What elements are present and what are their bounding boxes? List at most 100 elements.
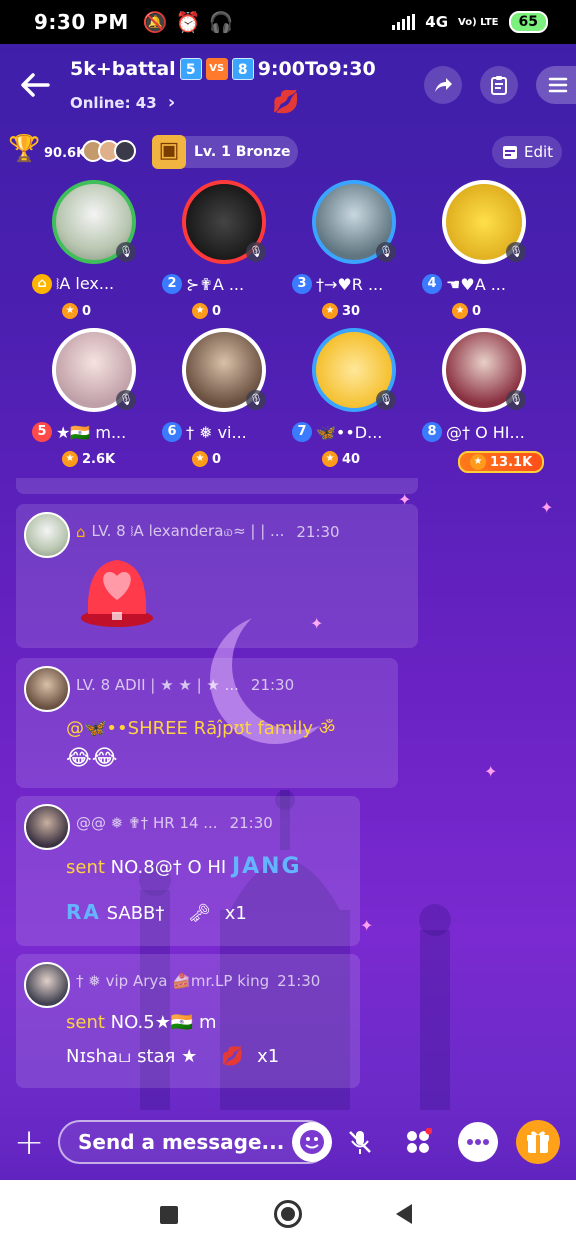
- coin-icon: ★: [62, 303, 78, 319]
- coin-icon: ★: [192, 303, 208, 319]
- edit-button[interactable]: Edit: [492, 136, 562, 168]
- notice-button[interactable]: [480, 66, 518, 104]
- chat-message[interactable]: LV. 8 ADII | ★ ★ | ★ ... 21:30 @🦋••SHREE…: [16, 658, 398, 788]
- system-nav-bar: [0, 1180, 576, 1248]
- status-time: 9:30 PM: [34, 10, 129, 34]
- mic-off-icon: 🎙: [246, 242, 266, 262]
- more-button[interactable]: [458, 1122, 498, 1162]
- more-dots-icon: [467, 1139, 489, 1145]
- room-level-badge[interactable]: ▣ Lv. 1 Bronze: [152, 135, 298, 169]
- room-title: 5k+battal 5 VS 8 9:00To9:30: [70, 58, 376, 80]
- seat-4[interactable]: 🎙 4 ☚♥A ... ★ 0: [422, 180, 542, 325]
- emoji-button[interactable]: [292, 1122, 332, 1162]
- seat-7[interactable]: 🎙 7 🦋••D... ★ 40: [292, 328, 412, 473]
- chevron-right-icon: ›: [167, 92, 176, 113]
- gift-icon: [527, 1131, 549, 1153]
- sparkle-icon: ✦: [540, 498, 554, 517]
- message-emoji: 😂😂: [66, 746, 118, 771]
- mic-off-icon: 🎙: [246, 390, 266, 410]
- seat-8[interactable]: 🎙 8 @† O HI... ★ 13.1K: [422, 328, 545, 473]
- mic-off-icon: 🎙: [506, 242, 526, 262]
- seat-5[interactable]: 🎙 5 ★🇮🇳 m... ★ 2.6K: [32, 328, 152, 473]
- seat-number: ⌂: [32, 274, 52, 294]
- mute-icon: 🔕: [142, 10, 168, 34]
- share-button[interactable]: [424, 66, 462, 104]
- online-count[interactable]: Online: 43 ›: [70, 92, 175, 113]
- vs-badge: VS: [205, 58, 228, 80]
- coin-icon: ★: [322, 451, 338, 467]
- hamburger-icon: [548, 77, 568, 93]
- alarm-icon: ⏰: [175, 10, 201, 34]
- back-arrow-icon[interactable]: [18, 68, 52, 102]
- network-label: 4G: [425, 13, 449, 31]
- status-bar: 9:30 PM 🔕 ⏰ 🎧 4G Vo) LTE 65: [0, 0, 576, 44]
- clipboard-icon: [491, 76, 507, 95]
- treasure-chest-icon: ▣: [152, 135, 186, 169]
- battery-icon: 65: [508, 11, 548, 33]
- time-range: 9:00To9:30: [257, 58, 376, 80]
- mic-off-icon: 🎙: [376, 390, 396, 410]
- plus-button[interactable]: +: [14, 1122, 44, 1163]
- heart-siren-gift-icon: [78, 554, 156, 628]
- seat-number: 6: [162, 422, 182, 442]
- mic-off-icon: 🎙: [506, 390, 526, 410]
- edit-calendar-icon: [503, 146, 517, 159]
- seat-number: 5: [32, 422, 52, 442]
- lips-gift-icon: 💋: [220, 1046, 244, 1067]
- seat-number: 7: [292, 422, 312, 442]
- seat-number: 2: [162, 274, 182, 294]
- seat-1[interactable]: 🎙 ⌂ ⧘A lex... ★ 0: [32, 180, 152, 325]
- avatar: [114, 140, 136, 162]
- seat-3[interactable]: 🎙 3 †→♥R ... ★ 30: [292, 180, 412, 325]
- home-icon[interactable]: [274, 1200, 302, 1228]
- chat-message[interactable]: @@ ❅ ✟† HR 14 ... 21:30 sent NO.8@† O HI…: [16, 796, 360, 946]
- seat-number: 3: [292, 274, 312, 294]
- top-contributors[interactable]: [82, 140, 136, 162]
- room-header: 5k+battal 5 VS 8 9:00To9:30 Online: 43 ›…: [0, 44, 576, 130]
- seat-6[interactable]: 🎙 6 † ❅ vi... ★ 0: [162, 328, 282, 473]
- sparkle-icon: ✦: [484, 762, 498, 781]
- avatar[interactable]: [24, 512, 70, 558]
- mic-off-icon: 🎙: [376, 242, 396, 262]
- recent-apps-icon[interactable]: [160, 1206, 178, 1224]
- coin-icon: ★: [322, 303, 338, 319]
- seat-number: 8: [422, 422, 442, 442]
- menu-button[interactable]: [536, 66, 576, 104]
- chat-message[interactable]: † ❅ vip Arya 🍰mr.LP king 21:30 sent NO.5…: [16, 954, 360, 1088]
- lips-icon: 💋: [272, 90, 300, 115]
- avatar[interactable]: [24, 666, 70, 712]
- mic-toggle-button[interactable]: [340, 1122, 380, 1162]
- coin-icon: ★: [62, 451, 78, 467]
- games-button[interactable]: [398, 1122, 438, 1162]
- emoji-icon: [300, 1130, 324, 1154]
- chat-message[interactable]: ⌂ LV. 8 ⧘A lexandera௰≈ | | ... 21:30: [16, 504, 418, 648]
- home-badge-icon: ⌂: [76, 523, 86, 541]
- headphones-icon: 🎧: [208, 10, 234, 34]
- seat-2[interactable]: 🎙 2 ⊱✟A ... ★ 0: [162, 180, 282, 325]
- team-badge-left: 5: [179, 58, 202, 80]
- avatar[interactable]: [24, 962, 70, 1008]
- mic-off-icon: 🎙: [116, 242, 136, 262]
- coin-icon: ★: [470, 454, 486, 470]
- signal-icon: [392, 14, 416, 30]
- key-gift-icon: 🗝: [188, 903, 211, 924]
- chat-input-bar: +: [0, 1108, 576, 1180]
- gift-button[interactable]: [516, 1120, 560, 1164]
- mic-off-icon: [349, 1131, 371, 1154]
- back-triangle-icon[interactable]: [396, 1204, 412, 1224]
- message-text: @🦋••SHREE Rāĵpʊt family ॐ: [66, 718, 336, 739]
- trophy-count: 90.6K: [44, 146, 87, 161]
- coin-icon: ★: [452, 303, 468, 319]
- mic-off-icon: 🎙: [116, 390, 136, 410]
- seat-number: 4: [422, 274, 442, 294]
- grid-apps-icon: [407, 1128, 432, 1153]
- room-info-row: 🏆 90.6K ▣ Lv. 1 Bronze Edit: [0, 134, 576, 170]
- sparkle-icon: ✦: [360, 916, 374, 935]
- trophy-icon[interactable]: 🏆: [8, 134, 40, 164]
- message-input[interactable]: [58, 1120, 330, 1164]
- avatar[interactable]: [24, 804, 70, 850]
- chat-message-partial: [16, 478, 418, 494]
- share-icon: [435, 78, 452, 92]
- team-badge-right: 8: [231, 58, 254, 80]
- volte-label: Vo) LTE: [458, 16, 499, 28]
